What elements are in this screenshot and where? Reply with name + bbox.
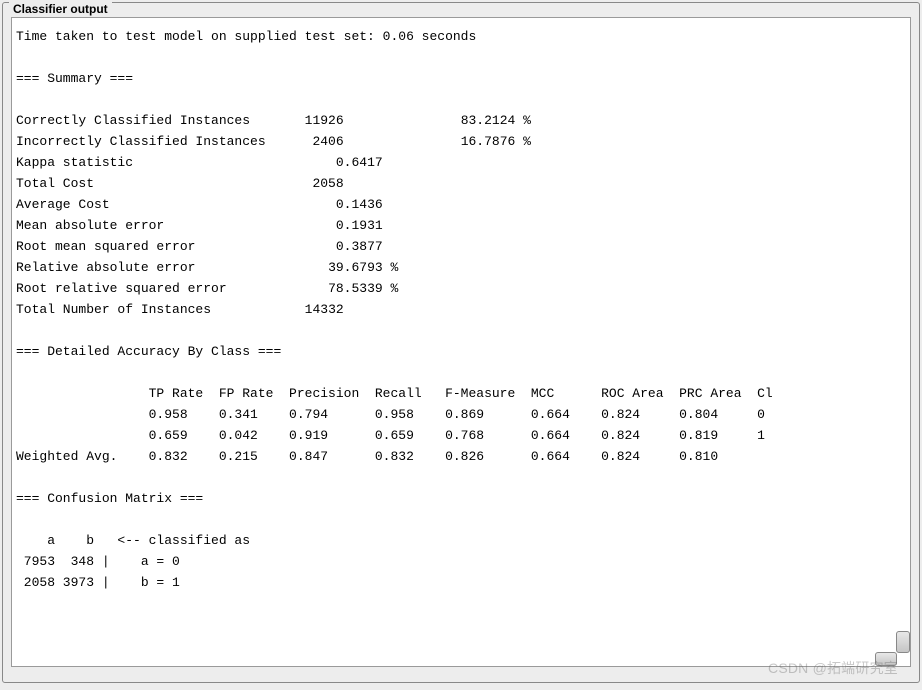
- summary-correct-count: 11926: [305, 113, 344, 128]
- summary-total-label: Total Number of Instances: [16, 302, 211, 317]
- summary-kappa-label: Kappa statistic: [16, 155, 133, 170]
- summary-avgcost-label: Average Cost: [16, 197, 110, 212]
- summary-totalcost-label: Total Cost: [16, 176, 94, 191]
- summary-header: === Summary ===: [16, 71, 133, 86]
- summary-incorrect-count: 2406: [312, 134, 343, 149]
- horizontal-scrollbar-thumb[interactable]: [875, 652, 897, 666]
- detail-header: === Detailed Accuracy By Class ===: [16, 344, 281, 359]
- summary-incorrect-label: Incorrectly Classified Instances: [16, 134, 266, 149]
- confusion-header: === Confusion Matrix ===: [16, 491, 203, 506]
- summary-correct-label: Correctly Classified Instances: [16, 113, 250, 128]
- summary-rae-label: Relative absolute error: [16, 260, 195, 275]
- classifier-output-panel: Classifier output Time taken to test mod…: [2, 2, 920, 683]
- summary-mae-label: Mean absolute error: [16, 218, 164, 233]
- confusion-row-0: 7953 348 | a = 0: [16, 554, 180, 569]
- output-textarea[interactable]: Time taken to test model on supplied tes…: [11, 17, 911, 667]
- summary-rae: 39.6793 %: [328, 260, 398, 275]
- confusion-col-header: a b <-- classified as: [16, 533, 250, 548]
- summary-kappa: 0.6417: [336, 155, 383, 170]
- summary-total: 14332: [305, 302, 344, 317]
- detail-row-0: 0.958 0.341 0.794 0.958 0.869 0.664 0.82…: [16, 407, 765, 422]
- summary-totalcost: 2058: [312, 176, 343, 191]
- summary-rmse-label: Root mean squared error: [16, 239, 195, 254]
- vertical-scrollbar-thumb[interactable]: [896, 631, 910, 653]
- summary-rrse-label: Root relative squared error: [16, 281, 227, 296]
- summary-incorrect-pct: 16.7876 %: [461, 134, 531, 149]
- summary-correct-pct: 83.2124 %: [461, 113, 531, 128]
- detail-row-1: 0.659 0.042 0.919 0.659 0.768 0.664 0.82…: [16, 428, 765, 443]
- confusion-row-1: 2058 3973 | b = 1: [16, 575, 180, 590]
- panel-title: Classifier output: [9, 2, 112, 16]
- detail-row-weighted: Weighted Avg. 0.832 0.215 0.847 0.832 0.…: [16, 449, 718, 464]
- time-line: Time taken to test model on supplied tes…: [16, 29, 476, 44]
- summary-rmse: 0.3877: [336, 239, 383, 254]
- summary-avgcost: 0.1436: [336, 197, 383, 212]
- summary-mae: 0.1931: [336, 218, 383, 233]
- detail-columns: TP Rate FP Rate Precision Recall F-Measu…: [16, 386, 773, 401]
- output-content: Time taken to test model on supplied tes…: [12, 18, 910, 666]
- summary-rrse: 78.5339 %: [328, 281, 398, 296]
